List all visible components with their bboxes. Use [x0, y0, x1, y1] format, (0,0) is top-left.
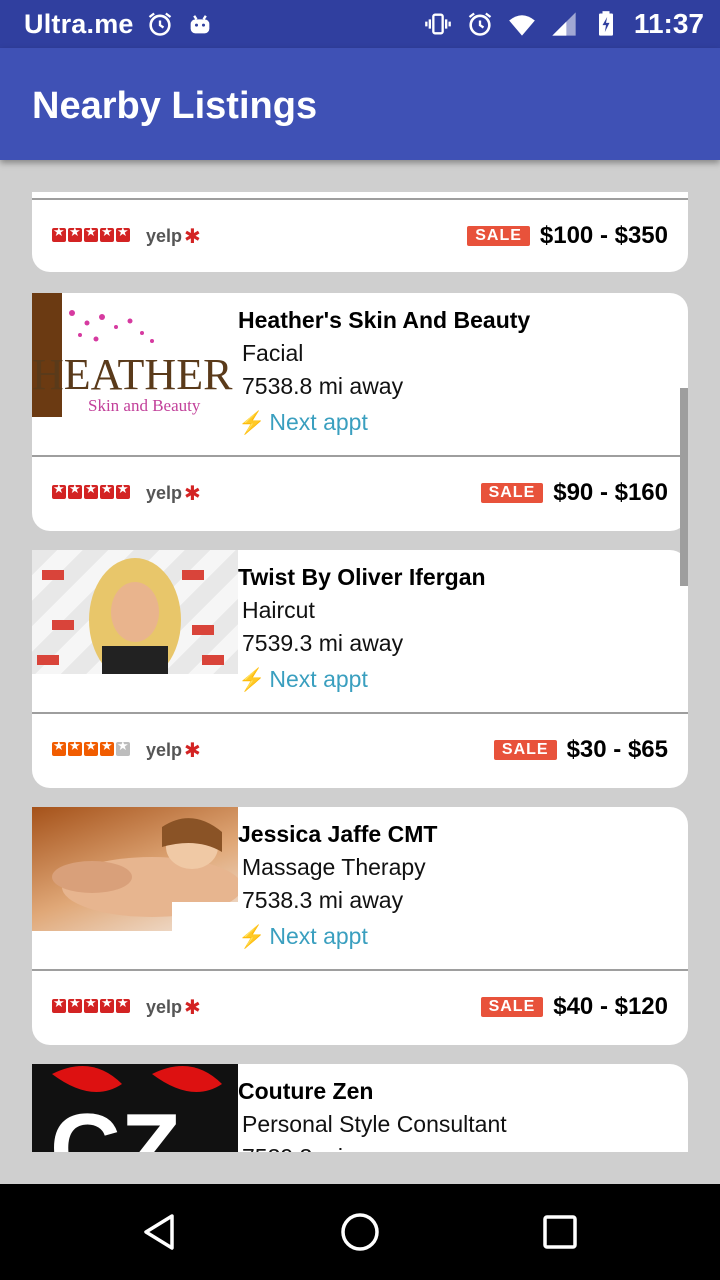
app-bar: Nearby Listings — [0, 48, 720, 160]
listing-card[interactable]: CZ Couture Zen Personal Style Consultant… — [32, 1064, 688, 1152]
price-range: $30 - $65 — [566, 736, 668, 763]
listing-card[interactable]: HEATHER Skin and Beauty Heather's Skin A… — [32, 293, 688, 531]
alarm-icon — [468, 12, 492, 36]
status-bar: Ultra.me 11:37 — [0, 0, 720, 48]
listing-footer: yelp✱ SALE $90 - $160 — [32, 457, 688, 531]
price-info: SALE $40 - $120 — [480, 993, 668, 1021]
listing-card[interactable]: yelp✱ SALE $100 - $350 — [32, 192, 688, 272]
listing-name: Couture Zen — [238, 1078, 374, 1104]
listing-image: HEATHER Skin and Beauty — [32, 293, 238, 417]
price-range: $40 - $120 — [553, 993, 668, 1020]
battery-charging-icon — [598, 11, 613, 36]
home-icon[interactable] — [336, 1208, 384, 1256]
listing-image: CZ — [32, 1064, 238, 1152]
lightning-icon: ⚡ — [238, 409, 266, 435]
next-appt-link[interactable]: ⚡ Next appt — [238, 920, 680, 953]
rating-stars — [52, 482, 130, 499]
listing-name: Heather's Skin And Beauty — [238, 307, 531, 333]
price-range: $100 - $350 — [539, 222, 668, 249]
listing-distance: 7539.3 mi away — [238, 1144, 680, 1152]
listing-service: Massage Therapy — [242, 854, 426, 880]
listing-card[interactable]: Twist By Oliver Ifergan Haircut 7539.3 m… — [32, 550, 688, 788]
listing-service: Personal Style Consultant — [242, 1111, 507, 1137]
yelp-logo: yelp ✱ — [146, 224, 201, 248]
listing-footer: yelp✱ SALE $100 - $350 — [32, 200, 688, 272]
carrier-label: Ultra.me — [24, 8, 134, 39]
sale-badge: SALE — [480, 483, 544, 503]
svg-text:Skin and Beauty: Skin and Beauty — [88, 396, 201, 415]
listing-image — [32, 807, 238, 931]
sale-badge: SALE — [467, 226, 530, 246]
heather-logo: HEATHER Skin and Beauty — [32, 293, 233, 417]
scrollbar[interactable] — [680, 388, 688, 586]
vibrate-icon — [425, 13, 451, 35]
next-appt-link[interactable]: ⚡ Next appt — [238, 406, 680, 439]
listing-footer: yelp✱ SALE $40 - $120 — [32, 971, 688, 1045]
sale-badge: SALE — [493, 740, 557, 760]
listing-card[interactable]: Jessica Jaffe CMT Massage Therapy 7538.3… — [32, 807, 688, 1045]
svg-text:HEATHER: HEATHER — [32, 350, 233, 399]
price-info: SALE $30 - $65 — [493, 736, 668, 764]
price-range: $90 - $160 — [553, 479, 668, 506]
page-title: Nearby Listings — [32, 85, 318, 127]
clock: 11:37 — [633, 8, 704, 39]
listing-footer: yelp✱ SALE $30 - $65 — [32, 714, 688, 788]
wifi-icon — [509, 15, 535, 36]
rating-stars — [52, 996, 130, 1013]
listing-distance: 7538.3 mi away — [242, 887, 404, 913]
rating-stars — [52, 739, 130, 756]
yelp-logo: yelp ✱ — [146, 481, 201, 505]
listing-service: Facial — [242, 340, 304, 366]
lightning-icon: ⚡ — [238, 923, 266, 949]
listing-name: Twist By Oliver Ifergan — [238, 564, 486, 590]
android-icon — [190, 15, 209, 34]
back-icon[interactable] — [136, 1208, 184, 1256]
listing-distance: 7539.3 mi away — [242, 630, 404, 656]
recents-icon[interactable] — [536, 1208, 584, 1256]
next-appt-link[interactable]: ⚡ Next appt — [238, 663, 680, 696]
listing-image — [32, 550, 238, 674]
rating-stars — [52, 225, 130, 242]
couture-zen-logo: CZ — [50, 1066, 222, 1152]
listing-distance: 7538.8 mi away — [242, 373, 404, 399]
sale-badge: SALE — [480, 997, 544, 1017]
price-info: SALE $90 - $160 — [480, 479, 668, 507]
navigation-bar — [0, 1184, 720, 1280]
lightning-icon: ⚡ — [238, 666, 266, 692]
listing-name: Jessica Jaffe CMT — [238, 821, 438, 847]
listing-service: Haircut — [242, 597, 315, 623]
yelp-logo: yelp ✱ — [146, 738, 201, 762]
yelp-logo: yelp ✱ — [146, 995, 201, 1019]
svg-text:CZ: CZ — [50, 1093, 181, 1152]
price-info: SALE $100 - $350 — [467, 222, 668, 250]
signal-icon — [552, 12, 576, 36]
alarm-icon — [148, 12, 171, 36]
listings-list[interactable]: yelp✱ SALE $100 - $350 HEATHER Skin and … — [0, 160, 720, 1152]
